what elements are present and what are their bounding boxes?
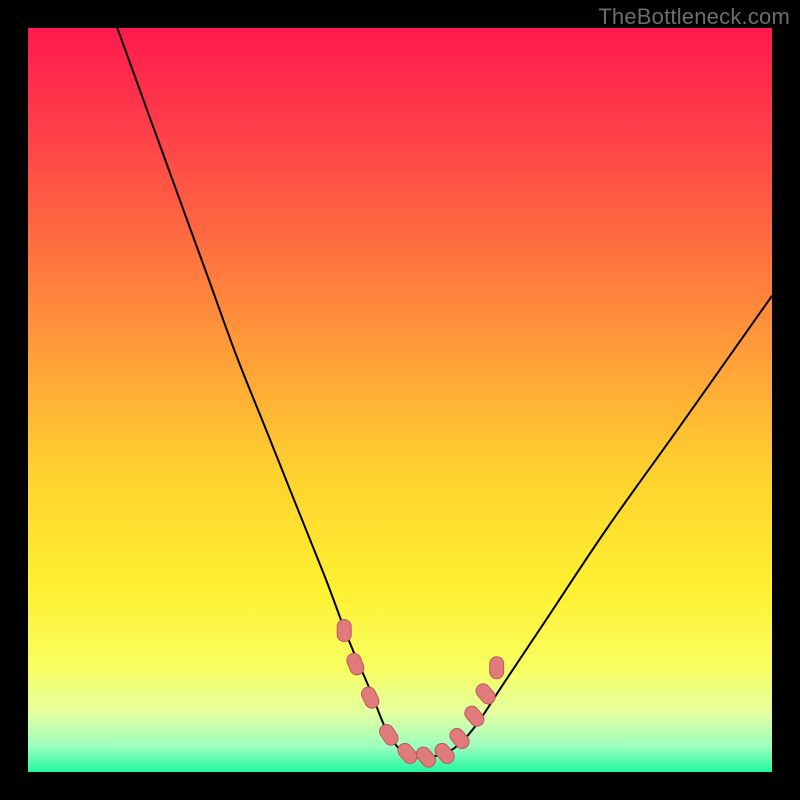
gradient-background <box>28 28 772 772</box>
marker-point <box>337 620 351 642</box>
chart-frame: TheBottleneck.com <box>0 0 800 800</box>
marker-point <box>490 657 504 679</box>
plot-area <box>28 28 772 772</box>
chart-svg <box>28 28 772 772</box>
watermark-text: TheBottleneck.com <box>598 4 790 30</box>
